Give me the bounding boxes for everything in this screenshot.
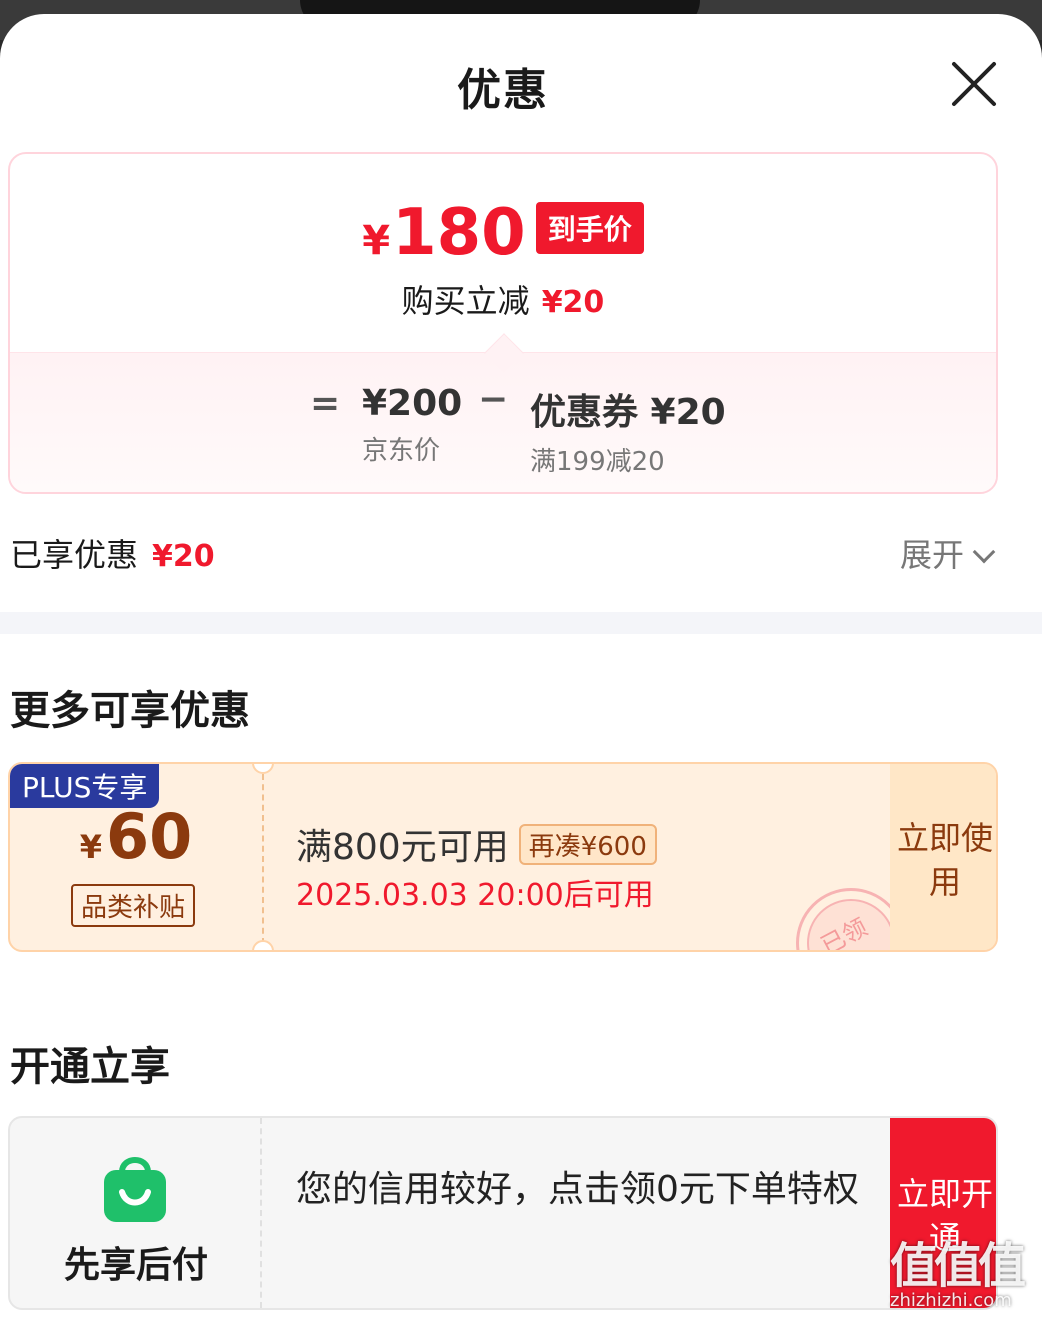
final-price-tag: 到手价 (535, 202, 644, 254)
discount-label: 购买立减 (401, 282, 530, 320)
plus-coupon-card[interactable]: PLUS专享 ¥60 品类补贴 满800元可用 再凑¥600 2025.03.03… (8, 762, 998, 952)
price-formula: = ¥200 京东价 − 优惠券 ¥20 满199减20 (10, 333, 996, 492)
pay-later-description: 您的信用较好，点击领0元下单特权 (296, 1169, 859, 1210)
coupon-amount: ¥60 (10, 800, 262, 873)
jd-price-column: ¥200 京东价 (362, 383, 462, 467)
section-divider (0, 612, 1042, 634)
enjoyed-amount: ¥20 (152, 539, 215, 574)
enjoyed-label: 已享优惠 (10, 536, 139, 574)
coupon-condition: 满199减20 (530, 447, 665, 477)
close-icon[interactable] (948, 58, 1000, 110)
chevron-down-icon (972, 540, 996, 564)
pay-later-name: 先享后付 (63, 1245, 208, 1286)
pay-later-card[interactable]: 先享后付 您的信用较好，点击领0元下单特权 立即开通 (8, 1116, 998, 1310)
coupon-category: 品类补贴 (71, 884, 196, 927)
minus-sign: − (478, 379, 509, 420)
expand-button[interactable]: 展开 (900, 530, 996, 576)
perforation-hole-bottom (252, 940, 274, 950)
equals-sign: = (310, 383, 341, 424)
instant-discount: 购买立减 ¥20 (10, 276, 996, 322)
coupon-condition-text: 满800元可用 (296, 827, 509, 868)
enjoyed-discount: 已享优惠 ¥20 (10, 530, 215, 576)
more-offers-title: 更多可享优惠 (10, 688, 250, 734)
perforation-line (262, 774, 264, 944)
discount-amount: ¥20 (541, 285, 605, 320)
use-now-button[interactable]: 立即使用 (890, 764, 996, 950)
coupon-value-area: PLUS专享 ¥60 品类补贴 (10, 764, 262, 950)
shopping-bag-icon (104, 1157, 166, 1222)
offers-sheet: 优惠 ¥180 到手价 购买立减 ¥20 = ¥200 京东价 − 优惠券 ¥20 (0, 14, 1042, 1324)
coupon-gap-badge: 再凑¥600 (518, 824, 657, 865)
coupon-column: 优惠券 ¥20 满199减20 (530, 383, 726, 478)
coupon-condition: 满800元可用 再凑¥600 (296, 818, 657, 870)
coupon-value: 优惠券 ¥20 (530, 392, 726, 433)
final-price-section: ¥180 到手价 购买立减 ¥20 (10, 154, 996, 354)
jd-price: ¥200 (362, 383, 463, 424)
price-breakdown-card: ¥180 到手价 购买立减 ¥20 = ¥200 京东价 − 优惠券 ¥20 满19… (8, 152, 998, 494)
page-title: 优惠 (457, 65, 549, 116)
sheet-header: 优惠 (0, 14, 1042, 134)
final-price-value: 180 (392, 196, 526, 270)
coupon-amount-value: 60 (105, 800, 193, 873)
currency-symbol: ¥ (362, 218, 391, 264)
watermark: 值值值 zhizhizhi.com (890, 1226, 1040, 1316)
open-enjoy-title: 开通立享 (10, 1044, 170, 1090)
expand-label: 展开 (900, 536, 965, 574)
coupon-valid-time: 2025.03.03 20:00后可用 (296, 878, 654, 913)
jd-price-label: 京东价 (362, 436, 441, 466)
watermark-logo: 值值值 (890, 1238, 1026, 1294)
final-price: ¥180 (362, 196, 525, 270)
currency-symbol: ¥ (79, 828, 102, 866)
pay-later-brand: 先享后付 (10, 1118, 262, 1308)
